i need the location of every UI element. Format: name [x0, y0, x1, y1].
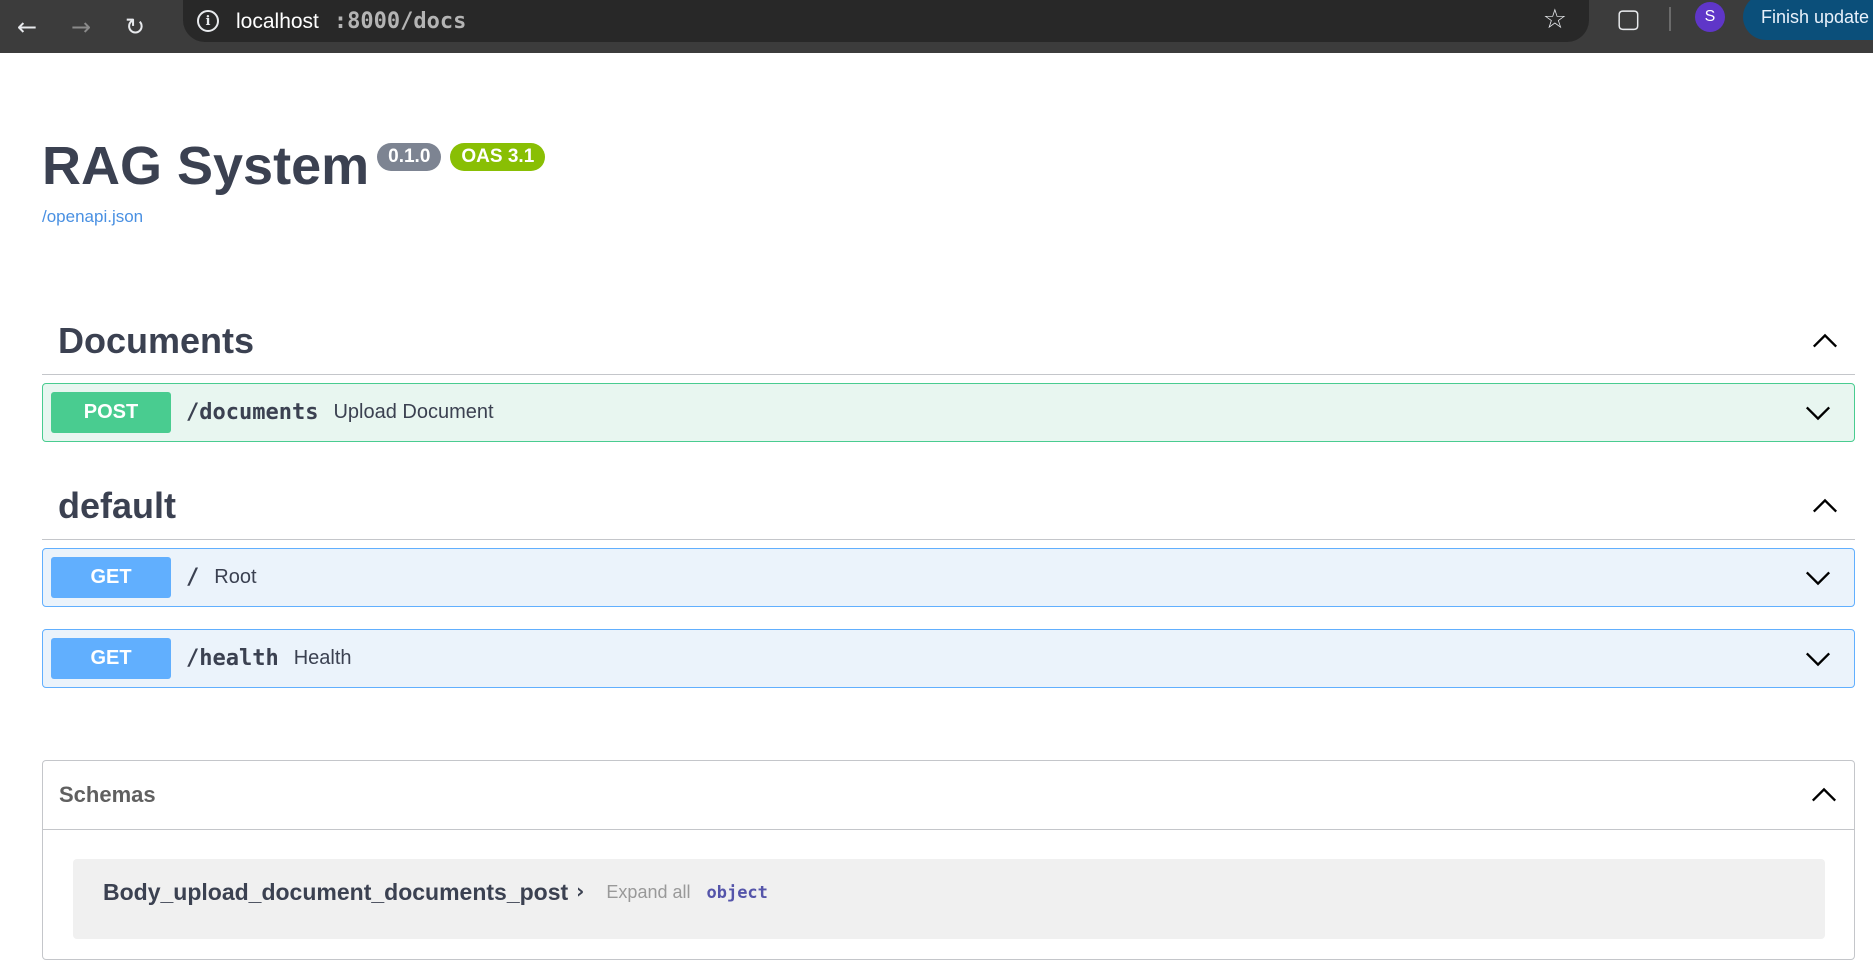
openapi-json-link[interactable]: /openapi.json [42, 207, 143, 227]
operation-path: /documents [186, 400, 319, 425]
schema-model[interactable]: Body_upload_document_documents_post › Ex… [73, 859, 1825, 939]
extensions-puzzle-icon[interactable]: ▢ [1616, 4, 1641, 34]
chevron-up-icon[interactable] [1811, 327, 1839, 355]
back-arrow-icon[interactable]: ← [0, 0, 54, 53]
schema-type: object [706, 883, 768, 903]
operation-summary: Root [214, 566, 257, 588]
forward-arrow-icon[interactable]: → [54, 0, 108, 53]
tag-section-documents: Documents POST /documents Upload Documen… [42, 307, 1855, 442]
reload-icon[interactable]: ↻ [108, 0, 162, 53]
operation-get-health[interactable]: GET /health Health [42, 629, 1855, 688]
operation-post-documents[interactable]: POST /documents Upload Document [42, 383, 1855, 442]
info-header: RAG System 0.1.0 OAS 3.1 [42, 135, 546, 197]
operation-path: / [186, 565, 200, 590]
chevron-down-icon[interactable] [1804, 645, 1832, 673]
oas-badge: OAS 3.1 [450, 143, 546, 171]
method-badge: GET [51, 638, 171, 679]
chevron-right-icon[interactable]: › [576, 879, 584, 903]
finish-update-button[interactable]: Finish update [1743, 0, 1873, 40]
bookmark-star-icon[interactable]: ☆ [1543, 4, 1567, 35]
browser-toolbar: ← → ↻ i localhost:8000/docs ☆ ▢ S Finish… [0, 0, 1873, 53]
chevron-up-icon[interactable] [1811, 492, 1839, 520]
tag-header-documents[interactable]: Documents [42, 307, 1855, 375]
tag-title: default [58, 484, 177, 526]
site-info-icon[interactable]: i [197, 10, 219, 32]
schemas-header[interactable]: Schemas [43, 761, 1854, 830]
schemas-section: Schemas Body_upload_document_documents_p… [42, 760, 1855, 960]
chevron-down-icon[interactable] [1804, 564, 1832, 592]
expand-all-button[interactable]: Expand all [606, 882, 690, 903]
operation-summary: Health [293, 647, 352, 669]
profile-avatar[interactable]: S [1695, 2, 1725, 32]
chevron-up-icon[interactable] [1810, 781, 1838, 809]
address-bar[interactable]: i localhost:8000/docs ☆ [183, 0, 1589, 42]
schemas-title: Schemas [59, 782, 156, 807]
chevron-down-icon[interactable] [1804, 399, 1832, 427]
toolbar-divider [1669, 7, 1671, 31]
version-badge: 0.1.0 [377, 143, 442, 171]
tag-section-default: default GET / Root GET /health Health [42, 472, 1855, 688]
operation-summary: Upload Document [333, 401, 494, 423]
method-badge: GET [51, 557, 171, 598]
tag-header-default[interactable]: default [42, 472, 1855, 540]
method-badge: POST [51, 392, 171, 433]
page-title: RAG System [42, 136, 370, 196]
schema-name[interactable]: Body_upload_document_documents_post [103, 879, 568, 906]
operation-path: /health [186, 646, 279, 671]
url-text[interactable]: localhost:8000/docs [236, 9, 466, 34]
tag-title: Documents [58, 319, 255, 361]
operation-get-root[interactable]: GET / Root [42, 548, 1855, 607]
